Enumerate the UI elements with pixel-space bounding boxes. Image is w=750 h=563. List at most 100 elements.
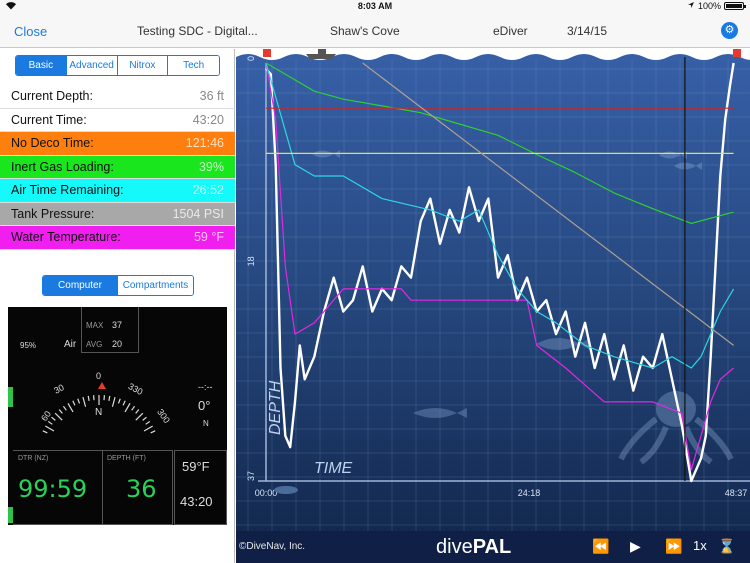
dive-name: Testing SDC - Digital... xyxy=(137,24,258,38)
compass-tick xyxy=(142,416,147,421)
dive-profile-chart[interactable]: 00:00 24:18 48:37 0 18 37 DEPTH TIME xyxy=(236,49,750,531)
tab-compartments[interactable]: Compartments xyxy=(118,276,193,295)
mode-tabs: Basic Advanced Nitrox Tech xyxy=(15,55,220,76)
reading-water-temperature[interactable]: Water Temperature: 59 °F xyxy=(0,226,235,250)
x-axis-title: TIME xyxy=(314,460,353,477)
compass-tick xyxy=(145,420,151,425)
readings-list: Current Depth: 36 ft Current Time: 43:20… xyxy=(0,85,235,250)
logo-suffix: PAL xyxy=(472,536,512,558)
dive-source: eDiver xyxy=(493,24,528,38)
depth-value: 36 xyxy=(126,475,157,503)
reading-value: 39% xyxy=(198,159,224,174)
compass-tick xyxy=(143,425,153,432)
reading-label: Water Temperature: xyxy=(11,230,121,244)
reading-label: Tank Pressure: xyxy=(11,206,95,221)
reading-label: No Deco Time: xyxy=(11,136,94,150)
nav-bar: Close Testing SDC - Digital... Shaw's Co… xyxy=(0,13,750,48)
compass-tick xyxy=(124,403,131,413)
reading-inert-gas-loading[interactable]: Inert Gas Loading: 39% xyxy=(0,155,235,179)
reading-air-time-remaining[interactable]: Air Time Remaining: 26:52 xyxy=(0,179,235,203)
surface-marker-start-icon xyxy=(263,49,271,57)
compass-tick xyxy=(62,405,67,411)
dtr-label: DTR (NZ) xyxy=(18,455,49,462)
compass-tick xyxy=(72,400,76,406)
reading-value: 121:46 xyxy=(185,136,224,150)
compass-tick xyxy=(135,409,140,414)
x-tick-label: 00:00 xyxy=(255,488,278,498)
compass-tick xyxy=(67,403,74,413)
y-tick-label: 37 xyxy=(246,471,256,481)
heading-direction: N xyxy=(203,419,209,428)
depth-label: DEPTH (FT) xyxy=(107,455,146,462)
left-panel: Basic Advanced Nitrox Tech Current Depth… xyxy=(0,49,235,563)
reading-label: Current Depth: xyxy=(11,89,93,103)
dtr-value: 99:59 xyxy=(18,475,88,503)
rewind-button[interactable]: ⏪ xyxy=(592,538,609,555)
compass-tick xyxy=(45,425,55,432)
bearing: --:-- xyxy=(198,382,213,392)
compass-tick xyxy=(77,398,81,404)
location-icon xyxy=(687,1,695,11)
tab-nitrox[interactable]: Nitrox xyxy=(117,56,169,75)
reading-value: 43:20 xyxy=(192,112,224,127)
speed-button[interactable]: 1x xyxy=(693,538,707,553)
view-tabs: Computer Compartments xyxy=(42,275,194,296)
tab-computer[interactable]: Computer xyxy=(43,276,118,295)
compass-tick xyxy=(54,412,63,421)
heading: 0° xyxy=(198,398,211,413)
x-tick-label: 48:37 xyxy=(725,488,748,498)
compass-label: 0 xyxy=(96,371,102,381)
dive-site: Shaw's Cove xyxy=(330,24,400,38)
fast-forward-button[interactable]: ⏩ xyxy=(665,538,682,555)
reading-current-time[interactable]: Current Time: 43:20 xyxy=(0,109,235,132)
compass-tick xyxy=(87,395,90,401)
reading-current-depth[interactable]: Current Depth: 36 ft xyxy=(0,85,235,109)
compass-tick xyxy=(42,430,48,434)
y-tick-label: 0 xyxy=(246,56,256,61)
dive-computer-display: MAX 37 AVG 20 95% Air 60 30 0 330 300 N … xyxy=(8,307,227,525)
water-background xyxy=(236,49,750,531)
reading-value: 26:52 xyxy=(192,183,224,197)
compass-tick xyxy=(82,396,87,407)
compass-tick xyxy=(47,420,53,425)
x-tick-label: 24:18 xyxy=(518,488,541,498)
reading-value: 59 °F xyxy=(193,230,224,244)
dive-date: 3/14/15 xyxy=(567,24,608,38)
compass-tick xyxy=(150,430,156,434)
compass-tick xyxy=(131,405,136,411)
settings-gear-icon[interactable]: ⚙ xyxy=(721,22,738,39)
battery-icon xyxy=(724,2,746,10)
compass-pointer-icon xyxy=(98,382,106,389)
y-tick-label: 18 xyxy=(246,256,256,266)
reading-label: Air Time Remaining: xyxy=(11,183,124,197)
app-root: 8:03 AM 100% Close Testing SDC - Digital… xyxy=(0,0,750,563)
logo-prefix: dive xyxy=(436,536,473,558)
bottom-bar: ©DiveNav, Inc. divePAL ⏪ ▶ ⏩ 1x ⌛ xyxy=(236,531,750,563)
scuba-diver-icon xyxy=(274,486,298,494)
divepal-logo: divePAL xyxy=(436,536,511,559)
battery-percent: 100% xyxy=(697,1,721,11)
close-button[interactable]: Close xyxy=(14,24,47,39)
reading-tank-pressure[interactable]: Tank Pressure: 1504 PSI xyxy=(0,202,235,226)
reading-value: 1504 PSI xyxy=(172,206,224,221)
status-time: 8:03 AM xyxy=(357,1,393,11)
y-axis-title: DEPTH xyxy=(267,380,284,435)
surface-marker-end-icon xyxy=(733,49,741,57)
reading-value: 36 ft xyxy=(199,89,224,103)
compass-heading-letter: N xyxy=(95,407,103,418)
time-value: 43:20 xyxy=(180,494,213,509)
tab-basic[interactable]: Basic xyxy=(16,56,67,75)
reading-no-deco-time[interactable]: No Deco Time: 121:46 xyxy=(0,132,235,156)
reading-label: Current Time: xyxy=(11,112,87,127)
tab-tech[interactable]: Tech xyxy=(168,56,219,75)
status-right: 100% xyxy=(687,1,746,11)
hourglass-icon[interactable]: ⌛ xyxy=(718,538,735,555)
compass-tick xyxy=(108,395,111,401)
copyright: ©DiveNav, Inc. xyxy=(239,541,306,552)
play-button[interactable]: ▶ xyxy=(630,538,641,555)
reading-label: Inert Gas Loading: xyxy=(11,159,114,174)
compass-tick xyxy=(122,400,126,406)
status-bar: 8:03 AM 100% xyxy=(0,0,750,13)
compass-tick xyxy=(135,412,144,421)
tab-advanced[interactable]: Advanced xyxy=(66,56,118,75)
